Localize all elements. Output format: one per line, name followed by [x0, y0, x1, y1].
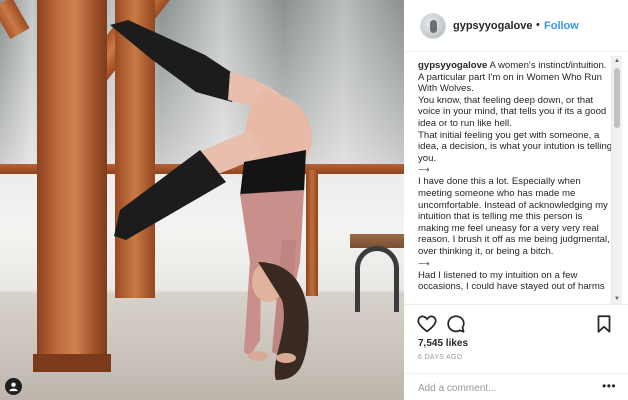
caption-scrollbar[interactable]: ▲ ▼ — [611, 56, 622, 304]
caption: gypsyyogalove A women's instinct/intuiti… — [418, 60, 614, 304]
wooden-post-front — [33, 0, 111, 372]
scroll-thumb[interactable] — [614, 68, 620, 128]
post-timestamp[interactable]: 6 DAYS AGO — [418, 354, 463, 361]
post-sidebar: gypsyyogalove • Follow gypsyyogalove A w… — [404, 0, 628, 400]
user-tag-icon[interactable] — [5, 378, 22, 395]
avatar[interactable] — [420, 13, 446, 39]
heart-glyph — [417, 315, 437, 333]
separator-dot: • — [536, 19, 540, 31]
comment-row: ••• — [404, 373, 628, 400]
caption-arrow: ⟶ — [418, 258, 430, 268]
user-silhouette-icon — [9, 382, 18, 392]
comment-input[interactable] — [418, 380, 588, 396]
post-base — [33, 354, 111, 372]
comment-glyph — [447, 315, 465, 333]
caption-paragraph: Had I listened to my intuition on a few … — [418, 269, 605, 293]
more-options-icon[interactable]: ••• — [602, 379, 616, 393]
bookmark-icon[interactable] — [593, 313, 615, 335]
post-photo[interactable] — [0, 0, 404, 400]
post-header: gypsyyogalove • Follow — [404, 0, 628, 52]
caption-paragraph: I have done this a lot. Especially when … — [418, 176, 610, 257]
caption-arrow: ⟶ — [418, 165, 430, 175]
comment-icon[interactable] — [445, 313, 467, 335]
post-actions: 7,545 likes 6 DAYS AGO ••• — [404, 304, 628, 400]
caption-paragraph: gypsyyogalove A women's instinct/intuiti… — [418, 60, 614, 95]
likes-count[interactable]: 7,545 likes — [418, 338, 468, 349]
heart-icon[interactable] — [416, 313, 438, 335]
caption-username[interactable]: gypsyyogalove — [418, 60, 487, 71]
bookmark-glyph — [597, 315, 611, 333]
scroll-up-arrow-icon[interactable]: ▲ — [612, 56, 622, 66]
caption-paragraph: You know, that feeling deep down, or tha… — [418, 94, 607, 129]
scroll-down-arrow-icon[interactable]: ▼ — [612, 294, 622, 304]
header-username[interactable]: gypsyyogalove — [453, 20, 532, 32]
caption-paragraph: That initial feeling you get with someon… — [418, 129, 613, 164]
follow-button[interactable]: Follow — [544, 20, 579, 32]
